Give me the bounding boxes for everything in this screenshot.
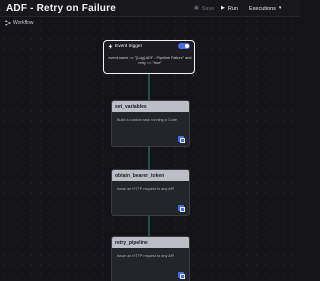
play-icon: ▶ <box>221 5 225 11</box>
node-description: Issue an HTTP request to any API <box>117 187 175 191</box>
save-icon: ▣ <box>194 5 199 11</box>
node-description: Issue an HTTP request to any API <box>117 254 175 258</box>
node-title: set_variables <box>112 101 189 112</box>
node-obtain-bearer-token[interactable]: obtain_bearer_token Issue an HTTP reques… <box>111 169 190 216</box>
breadcrumb[interactable]: Workflow <box>5 20 33 26</box>
save-button[interactable]: ▣ Save <box>191 3 214 14</box>
node-set-variables[interactable]: set_variables Build a custom task runnin… <box>111 100 190 147</box>
trigger-title: Event trigger <box>115 44 143 49</box>
breadcrumb-label: Workflow <box>13 20 34 26</box>
run-label: Run <box>227 5 238 12</box>
top-bar: ADF - Retry on Failure ▣ Save ▶ Run Exec… <box>0 0 300 17</box>
node-title: retry_pipeline <box>112 237 189 248</box>
lightning-icon <box>108 44 113 49</box>
node-title: obtain_bearer_token <box>112 170 189 181</box>
executions-dropdown[interactable]: Executions ▾ <box>246 3 294 14</box>
task-type-icon <box>178 272 185 279</box>
event-trigger-node[interactable]: Event trigger event.name == "[Log] ADF -… <box>103 40 195 74</box>
run-button[interactable]: ▶ Run <box>218 3 240 14</box>
task-type-icon <box>178 136 185 143</box>
task-type-icon <box>178 205 185 212</box>
executions-label: Executions <box>249 5 276 12</box>
trigger-condition: event.name == "[Log] ADF - Pipeline Fail… <box>108 56 192 65</box>
node-description: Build a custom task running a Code <box>117 118 177 122</box>
node-retry-pipeline[interactable]: retry_pipeline Issue an HTTP request to … <box>111 236 190 281</box>
trigger-enabled-toggle[interactable] <box>178 43 190 49</box>
trigger-header: Event trigger <box>108 44 142 49</box>
workflow-icon <box>5 20 11 26</box>
workflow-title: ADF - Retry on Failure <box>6 3 116 14</box>
save-label: Save <box>201 5 215 12</box>
chevron-down-icon: ▾ <box>278 5 282 11</box>
